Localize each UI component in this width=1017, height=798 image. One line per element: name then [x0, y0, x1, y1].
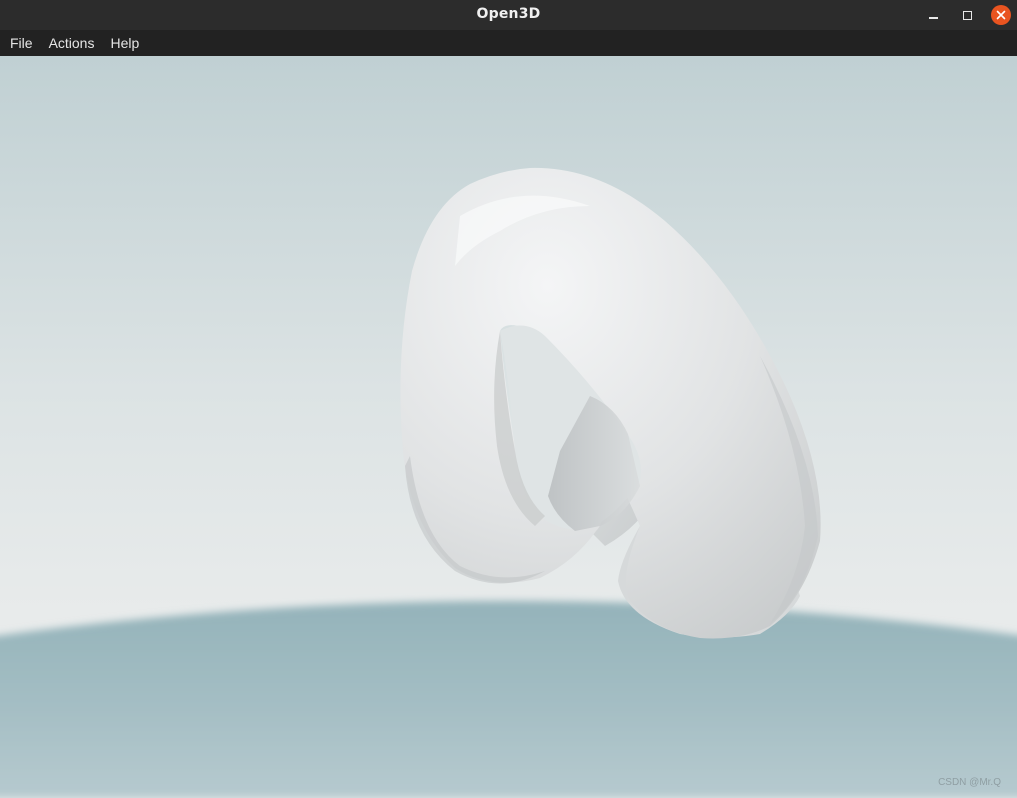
maximize-icon: [962, 10, 972, 20]
menu-file[interactable]: File: [2, 30, 41, 56]
minimize-icon: [928, 17, 938, 19]
menu-bar: File Actions Help: [0, 30, 1017, 56]
close-icon: [991, 5, 1011, 25]
window-title: Open3D: [476, 6, 541, 22]
window-titlebar[interactable]: Open3D: [0, 0, 1017, 30]
maximize-button[interactable]: [956, 4, 978, 26]
menu-help[interactable]: Help: [102, 30, 147, 56]
scene-render: [0, 56, 1017, 798]
minimize-button[interactable]: [922, 4, 944, 26]
menu-actions[interactable]: Actions: [41, 30, 103, 56]
3d-viewport[interactable]: CSDN @Mr.Q: [0, 56, 1017, 798]
watermark: CSDN @Mr.Q: [938, 777, 1001, 788]
close-button[interactable]: [990, 4, 1012, 26]
